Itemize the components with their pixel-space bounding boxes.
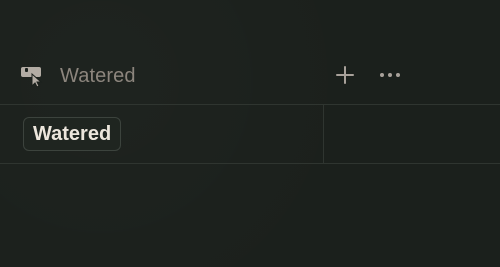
property-panel: Watered Watered xyxy=(0,0,500,267)
status-tag[interactable]: Watered xyxy=(23,117,122,151)
plus-icon xyxy=(336,66,354,84)
more-options-button[interactable] xyxy=(377,63,403,87)
more-horizontal-icon xyxy=(380,73,400,77)
status-tag-label: Watered xyxy=(33,123,112,145)
property-title[interactable]: Watered xyxy=(60,64,136,88)
add-button[interactable] xyxy=(333,63,357,87)
table-cell[interactable]: Watered xyxy=(0,105,323,163)
divider xyxy=(0,163,500,164)
watering-can-cursor-icon xyxy=(20,65,46,88)
column-divider xyxy=(323,105,324,163)
property-header: Watered xyxy=(0,58,500,96)
